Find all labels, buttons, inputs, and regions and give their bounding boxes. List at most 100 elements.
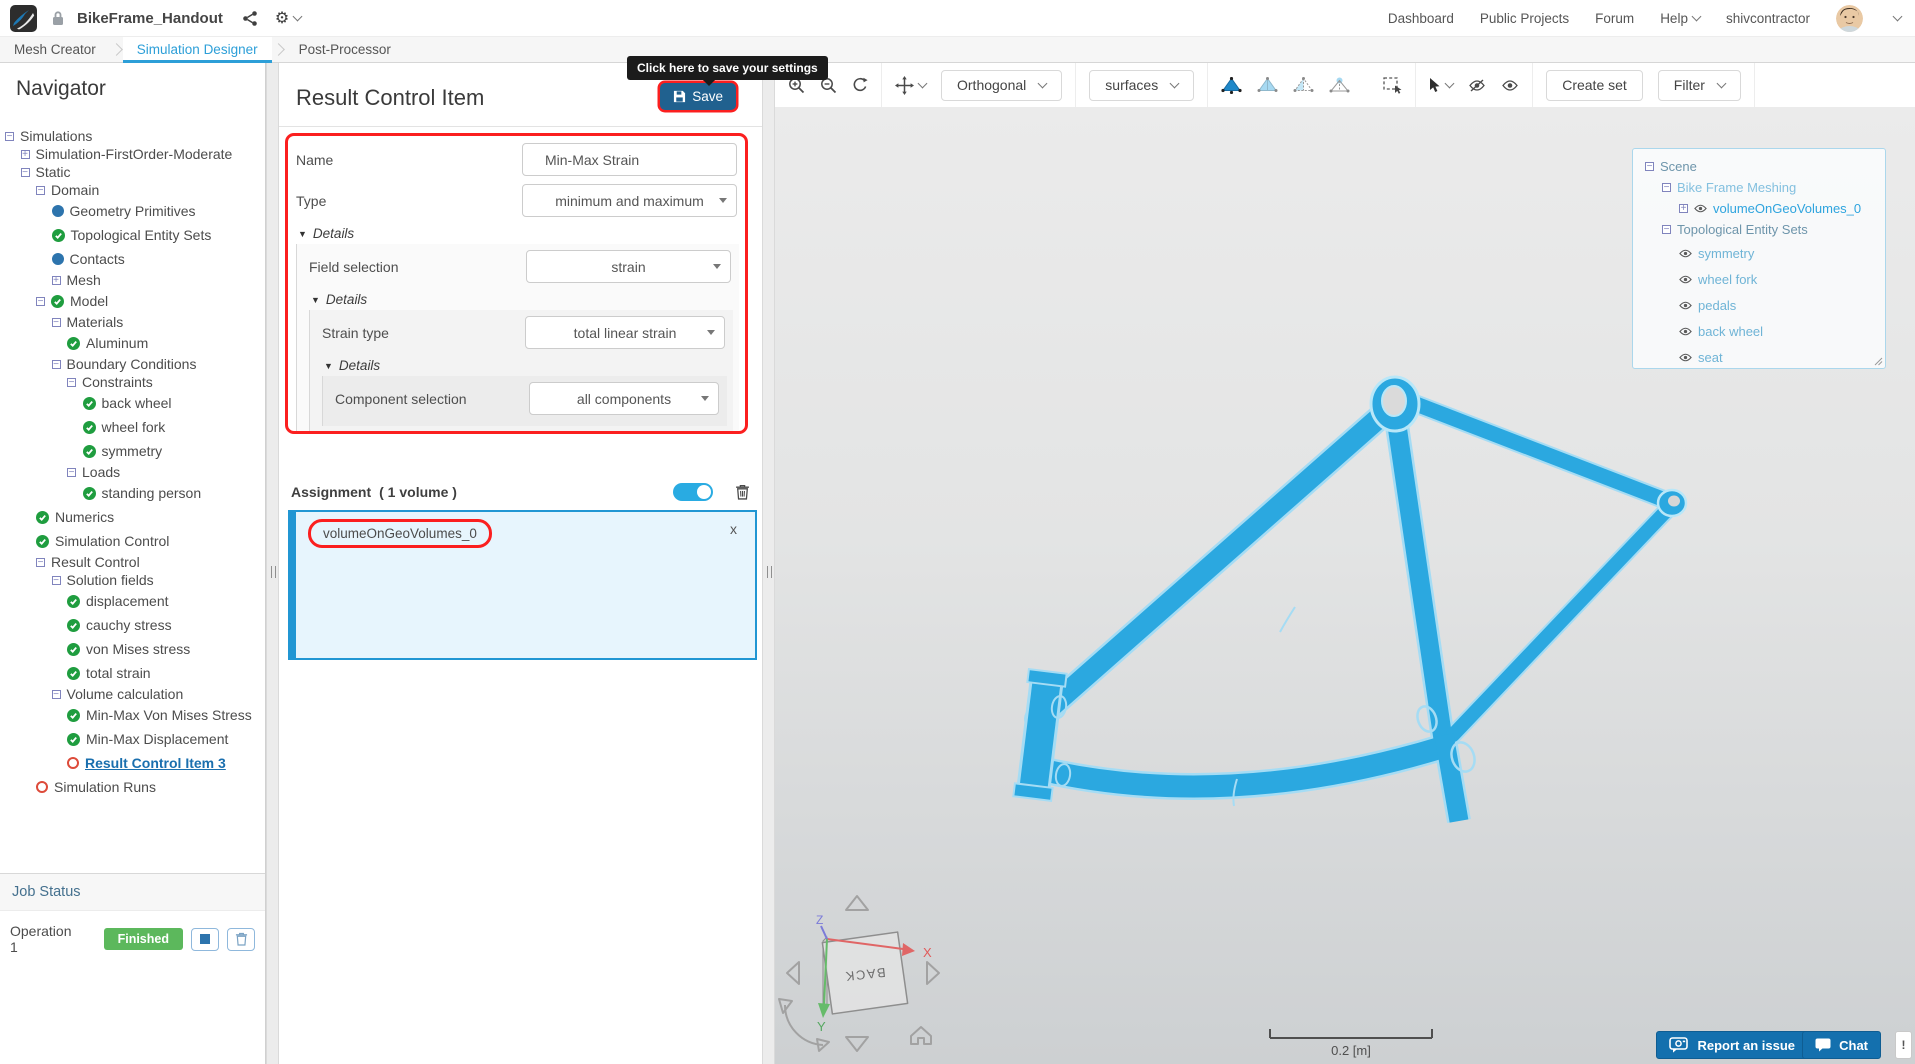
avatar[interactable] <box>1836 4 1863 32</box>
chat-button[interactable]: Chat <box>1802 1031 1881 1059</box>
tree-item-label[interactable]: Boundary Conditions <box>67 356 197 372</box>
collapse-icon[interactable]: − <box>5 131 14 141</box>
select-cursor-icon[interactable] <box>1429 77 1455 93</box>
tree-item-simulation-control[interactable]: Simulation Control <box>0 529 265 553</box>
tree-item-constraints[interactable]: − Constraints <box>0 373 265 391</box>
tree-item-geometry-primitives[interactable]: Geometry Primitives <box>0 199 265 223</box>
details-header[interactable]: ▼ Details <box>309 287 733 310</box>
tree-item-result-control[interactable]: − Result Control <box>0 553 265 571</box>
scene-item-label[interactable]: Bike Frame Meshing <box>1677 180 1796 195</box>
collapse-icon[interactable]: − <box>1662 225 1671 235</box>
tree-item-label[interactable]: Simulation-FirstOrder-Moderate <box>36 146 233 162</box>
tree-item-total-strain[interactable]: total strain <box>0 661 265 685</box>
tree-item-volume-calculation[interactable]: − Volume calculation <box>0 685 265 703</box>
assignment-toggle[interactable] <box>673 483 713 501</box>
tree-item-label[interactable]: cauchy stress <box>86 617 172 633</box>
tree-item-label[interactable]: Aluminum <box>86 335 148 351</box>
scene-item-label[interactable]: pedals <box>1698 298 1736 313</box>
collapse-icon[interactable]: − <box>20 167 30 177</box>
tree-item-label[interactable]: Simulations <box>20 128 92 144</box>
tree-item-simulations[interactable]: − Simulations <box>0 127 265 145</box>
render-mode-select-button[interactable]: surfaces <box>1089 69 1195 101</box>
eye-icon[interactable] <box>1679 275 1692 284</box>
field-selection-select[interactable]: strain <box>526 250 731 283</box>
scene-item-label[interactable]: volumeOnGeoVolumes_0 <box>1713 201 1861 216</box>
filter-button[interactable]: Filter <box>1657 69 1741 101</box>
scene-item-symmetry[interactable]: symmetry <box>1633 240 1885 266</box>
tree-item-wheel-fork[interactable]: wheel fork <box>0 415 265 439</box>
tree-item-min-max-displacement[interactable]: Min-Max Displacement <box>0 727 265 751</box>
collapse-icon[interactable]: − <box>51 317 61 327</box>
tree-item-standing-person[interactable]: standing person <box>0 481 265 505</box>
tree-item-topological-entity-sets[interactable]: Topological Entity Sets <box>0 223 265 247</box>
tree-item-min-max-von-mises-stress[interactable]: Min-Max Von Mises Stress <box>0 703 265 727</box>
tree-item-label[interactable]: Loads <box>82 464 120 480</box>
tree-item-cauchy-stress[interactable]: cauchy stress <box>0 613 265 637</box>
tree-item-label[interactable]: Topological Entity Sets <box>71 227 212 243</box>
tree-item-label[interactable]: Result Control Item 3 <box>85 755 226 771</box>
tree-item-simulation-runs[interactable]: Simulation Runs <box>0 775 265 799</box>
expand-icon[interactable]: + <box>1679 204 1688 214</box>
expand-icon[interactable]: + <box>51 275 61 285</box>
viewport-canvas[interactable]: BACK X Y Z 0.2 [m] − Scene − Bike Frame … <box>775 107 1915 1064</box>
tree-item-label[interactable]: symmetry <box>102 443 163 459</box>
tree-item-label[interactable]: Result Control <box>51 554 140 570</box>
nav-forum[interactable]: Forum <box>1595 11 1634 26</box>
tetra-solid-icon[interactable] <box>1221 76 1242 94</box>
tab-mesh-creator[interactable]: Mesh Creator <box>0 37 110 62</box>
tree-item-materials[interactable]: − Materials <box>0 313 265 331</box>
hide-selection-icon[interactable] <box>1468 78 1486 92</box>
tree-item-label[interactable]: Model <box>70 293 108 309</box>
assignment-delete-button[interactable] <box>735 484 750 500</box>
tree-item-label[interactable]: back wheel <box>102 395 172 411</box>
tree-item-simulation-firstorder-moderate[interactable]: + Simulation-FirstOrder-Moderate <box>0 145 265 163</box>
tree-item-label[interactable]: Materials <box>67 314 124 330</box>
tree-item-label[interactable]: Contacts <box>70 251 125 267</box>
app-logo-icon[interactable] <box>10 4 37 32</box>
expand-icon[interactable]: + <box>20 149 30 159</box>
refresh-icon[interactable] <box>852 77 868 93</box>
stop-job-button[interactable] <box>191 927 219 951</box>
scene-item-label[interactable]: symmetry <box>1698 246 1754 261</box>
tree-item-contacts[interactable]: Contacts <box>0 247 265 271</box>
nav-help[interactable]: Help <box>1660 11 1702 26</box>
tree-item-symmetry[interactable]: symmetry <box>0 439 265 463</box>
tree-item-domain[interactable]: − Domain <box>0 181 265 199</box>
show-selection-icon[interactable] <box>1501 79 1519 92</box>
scene-item-label[interactable]: Scene <box>1660 159 1697 174</box>
panel-resize-gutter[interactable] <box>762 63 775 1064</box>
create-set-button[interactable]: Create set <box>1546 69 1643 101</box>
tree-item-label[interactable]: Numerics <box>55 509 114 525</box>
scene-item-bike-frame-meshing[interactable]: − Bike Frame Meshing <box>1633 177 1885 198</box>
tree-item-aluminum[interactable]: Aluminum <box>0 331 265 355</box>
tree-item-boundary-conditions[interactable]: − Boundary Conditions <box>0 355 265 373</box>
tetra-translucent-icon[interactable] <box>1257 76 1278 94</box>
name-input[interactable] <box>522 143 737 176</box>
scene-item-label[interactable]: Topological Entity Sets <box>1677 222 1808 237</box>
pan-move-icon[interactable] <box>895 75 928 95</box>
nav-public-projects[interactable]: Public Projects <box>1480 11 1569 26</box>
save-button[interactable]: Save <box>660 83 736 110</box>
tree-item-label[interactable]: Min-Max Von Mises Stress <box>86 707 252 723</box>
scene-item-label[interactable]: seat <box>1698 350 1723 365</box>
tree-item-displacement[interactable]: displacement <box>0 589 265 613</box>
tree-item-solution-fields[interactable]: − Solution fields <box>0 571 265 589</box>
tree-item-result-control-item-3[interactable]: Result Control Item 3 <box>0 751 265 775</box>
delete-job-button[interactable] <box>227 927 255 951</box>
tab-simulation-designer[interactable]: Simulation Designer <box>122 37 272 63</box>
tree-item-label[interactable]: Static <box>36 164 71 180</box>
assignment-item-chip[interactable]: volumeOnGeoVolumes_0 <box>308 519 492 548</box>
component-selection-select[interactable]: all components <box>529 382 719 415</box>
box-select-icon[interactable] <box>1383 76 1402 94</box>
tree-item-label[interactable]: displacement <box>86 593 169 609</box>
collapse-icon[interactable]: − <box>1645 162 1654 172</box>
details-header[interactable]: ▼ Details <box>322 353 727 376</box>
collapse-icon[interactable]: − <box>36 557 45 567</box>
tree-item-label[interactable]: von Mises stress <box>86 641 190 657</box>
scene-item-label[interactable]: back wheel <box>1698 324 1763 339</box>
tree-item-label[interactable]: Solution fields <box>67 572 154 588</box>
report-issue-button[interactable]: Report an issue <box>1656 1031 1808 1059</box>
tree-item-static[interactable]: − Static <box>0 163 265 181</box>
scene-item-back-wheel[interactable]: back wheel <box>1633 318 1885 344</box>
remove-assignment-icon[interactable]: x <box>730 522 737 536</box>
